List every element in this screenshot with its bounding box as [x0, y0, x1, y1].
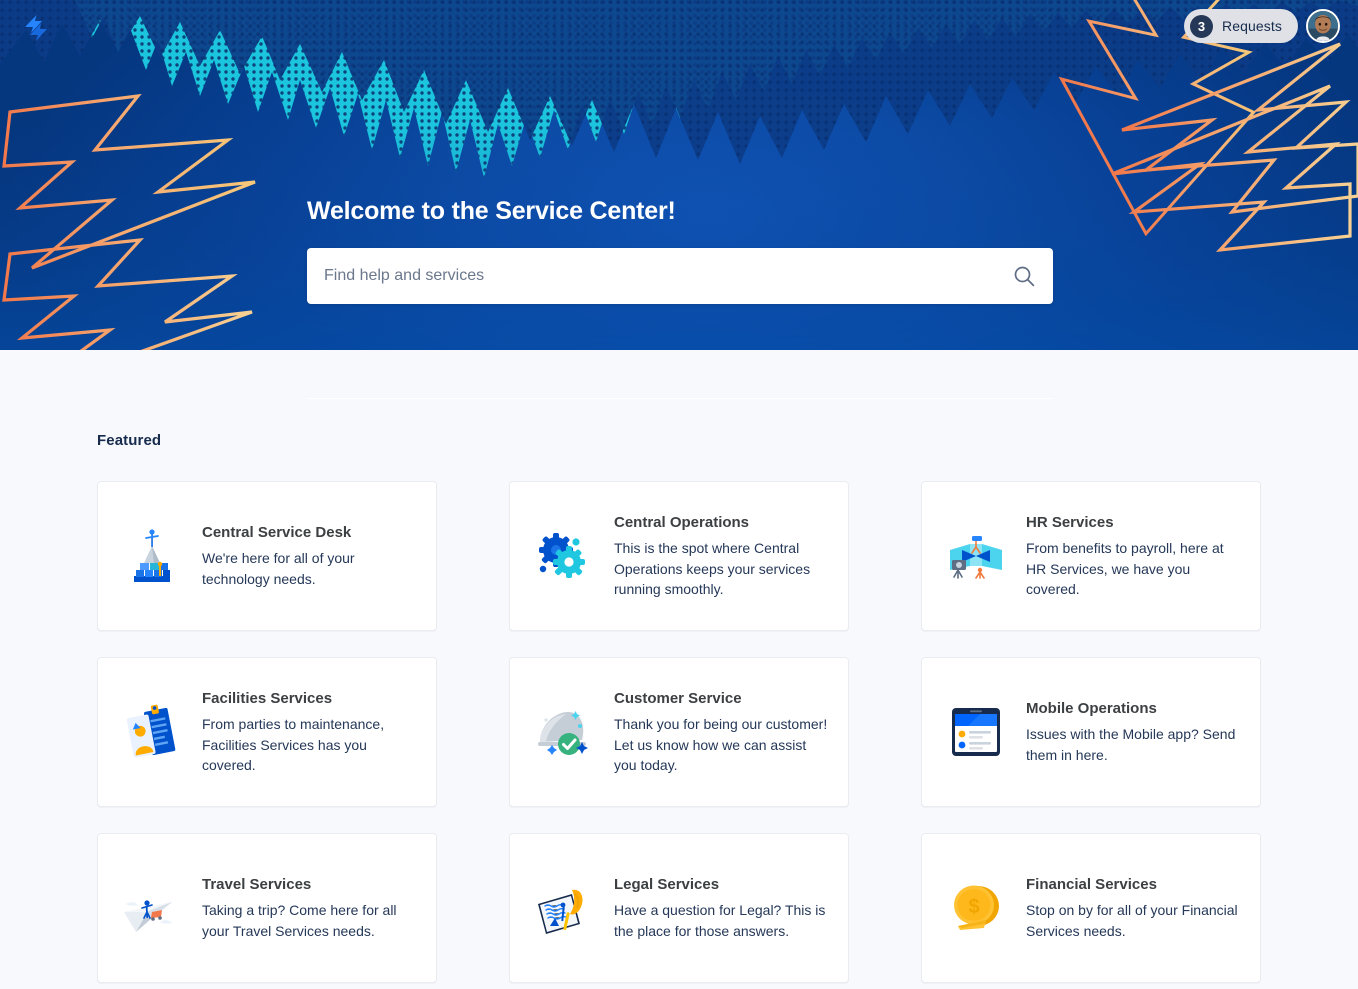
card-title: Central Operations — [614, 513, 750, 531]
requests-count-badge: 3 — [1190, 14, 1214, 38]
lightning-bolt-logo-icon[interactable] — [21, 14, 51, 42]
card-description: Taking a trip? Come here for all your Tr… — [202, 902, 397, 939]
featured-card-customer-service[interactable]: Customer Service Thank you for being our… — [509, 657, 849, 807]
card-title: Travel Services — [202, 875, 312, 893]
service-dome-check-icon — [528, 696, 600, 768]
topbar-actions: 3 Requests — [1184, 9, 1340, 43]
card-title: Customer Service — [614, 689, 742, 707]
card-body: Legal Services Have a question for Legal… — [614, 875, 828, 941]
hero-banner: 3 Requests Welcome to the Service Center… — [0, 0, 1358, 350]
card-body: Mobile Operations Issues with the Mobile… — [1026, 699, 1240, 765]
avatar[interactable] — [1306, 9, 1340, 43]
card-description: From parties to maintenance, Facilities … — [202, 716, 385, 773]
card-title: Facilities Services — [202, 689, 333, 707]
card-body: Central Operations This is the spot wher… — [614, 513, 828, 599]
featured-card-travel-services[interactable]: Travel Services Taking a trip? Come here… — [97, 833, 437, 983]
search-icon[interactable] — [1013, 265, 1035, 287]
featured-card-mobile-operations[interactable]: Mobile Operations Issues with the Mobile… — [921, 657, 1261, 807]
page-title: Welcome to the Service Center! — [307, 197, 676, 225]
search-bar[interactable] — [307, 248, 1053, 304]
card-title: Financial Services — [1026, 875, 1157, 893]
card-body: Facilities Services From parties to main… — [202, 689, 416, 775]
card-title: Central Service Desk — [202, 523, 352, 541]
featured-section: Featured Central Service Desk We're here… — [0, 350, 1358, 989]
card-description: Thank you for being our customer! Let us… — [614, 716, 828, 773]
featured-card-central-operations[interactable]: Central Operations This is the spot wher… — [509, 481, 849, 631]
card-description: Have a question for Legal? This is the p… — [614, 902, 826, 939]
svg-text:$: $ — [968, 896, 979, 918]
paper-plane-traveler-icon — [116, 872, 188, 944]
card-description: We're here for all of your technology ne… — [202, 550, 355, 587]
people-panels-icon — [940, 520, 1012, 592]
id-badge-icon — [116, 696, 188, 768]
person-on-mountain-icon — [116, 520, 188, 592]
card-description: From benefits to payroll, here at HR Ser… — [1026, 540, 1224, 597]
card-body: Travel Services Taking a trip? Come here… — [202, 875, 416, 941]
gold-coin-icon: $ — [940, 872, 1012, 944]
featured-card-facilities-services[interactable]: Facilities Services From parties to main… — [97, 657, 437, 807]
gears-icon — [528, 520, 600, 592]
search-input[interactable] — [307, 248, 1053, 304]
featured-heading: Featured — [97, 432, 162, 449]
card-body: Financial Services Stop on by for all of… — [1026, 875, 1240, 941]
card-body: Central Service Desk We're here for all … — [202, 523, 416, 589]
card-body: HR Services From benefits to payroll, he… — [1026, 513, 1240, 599]
card-description: Stop on by for all of your Financial Ser… — [1026, 902, 1238, 939]
section-divider — [307, 398, 1053, 399]
card-body: Customer Service Thank you for being our… — [614, 689, 828, 775]
card-description: Issues with the Mobile app? Send them in… — [1026, 726, 1236, 763]
card-title: Mobile Operations — [1026, 699, 1157, 717]
featured-card-legal-services[interactable]: Legal Services Have a question for Legal… — [509, 833, 849, 983]
document-quill-icon — [528, 872, 600, 944]
card-title: HR Services — [1026, 513, 1114, 531]
featured-card-financial-services[interactable]: $ Financial Services Stop on by for all … — [921, 833, 1261, 983]
requests-button[interactable]: 3 Requests — [1184, 9, 1298, 43]
card-title: Legal Services — [614, 875, 720, 893]
featured-card-central-service-desk[interactable]: Central Service Desk We're here for all … — [97, 481, 437, 631]
featured-card-hr-services[interactable]: HR Services From benefits to payroll, he… — [921, 481, 1261, 631]
hero-content: Welcome to the Service Center! — [307, 196, 1053, 304]
requests-label: Requests — [1222, 18, 1282, 34]
card-description: This is the spot where Central Operation… — [614, 540, 811, 597]
featured-card-grid: Central Service Desk We're here for all … — [97, 481, 1261, 983]
tablet-device-icon — [940, 696, 1012, 768]
